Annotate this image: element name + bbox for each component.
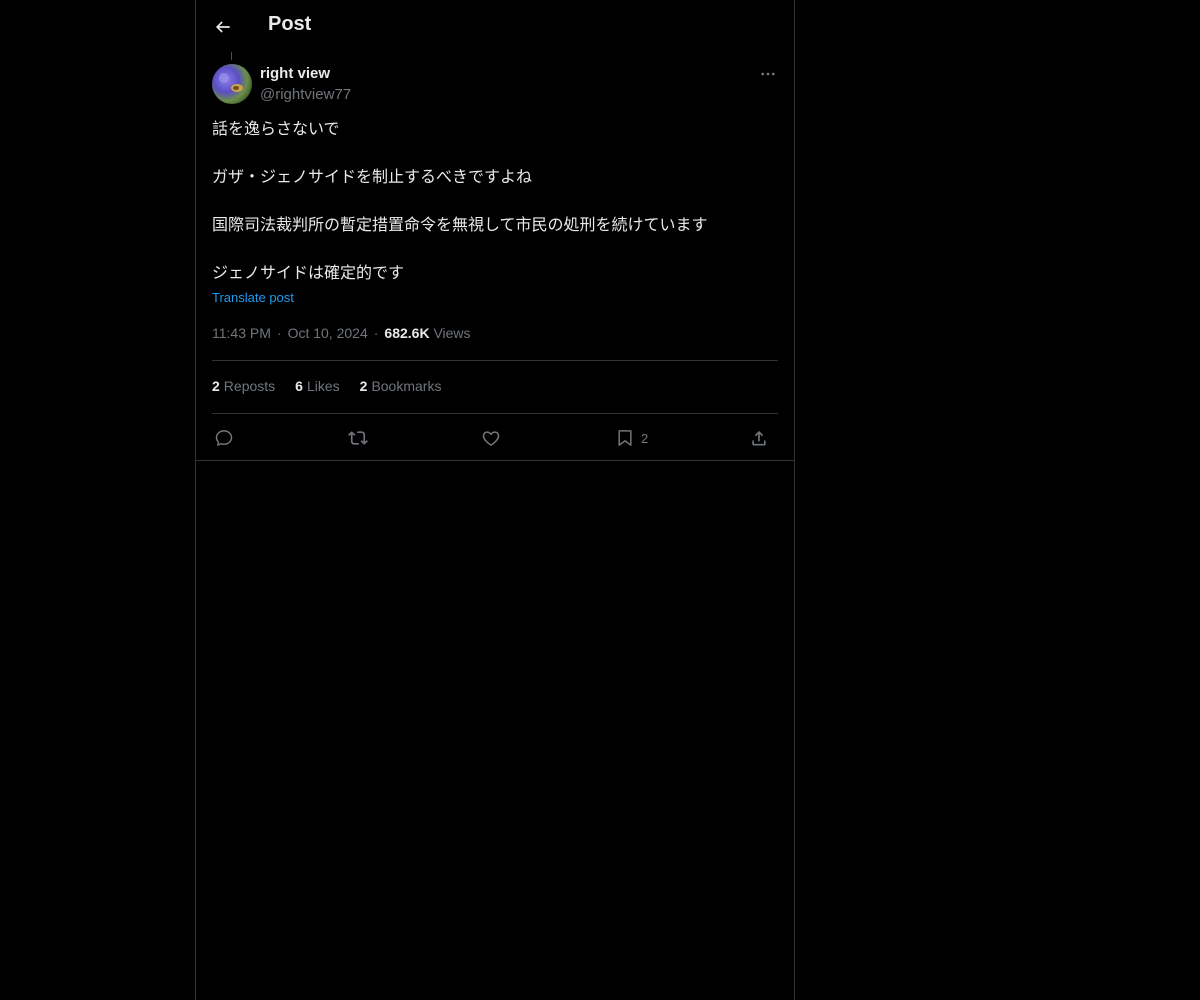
bookmark-icon (618, 430, 632, 446)
reposts-count: 2 (212, 378, 220, 394)
author-handle[interactable]: @rightview77 (260, 86, 351, 103)
page-title: Post (268, 13, 312, 35)
author-name[interactable]: right view (260, 65, 330, 82)
thread-connector-line (231, 52, 232, 60)
bookmark-button[interactable]: 2 (615, 424, 648, 452)
like-button[interactable] (481, 424, 501, 452)
post-date[interactable]: Oct 10, 2024 (288, 325, 368, 341)
reply-button[interactable] (214, 424, 234, 452)
action-bar: 2 (212, 424, 778, 452)
post-paragraph: 話を逸らさないで (212, 121, 340, 138)
reposts-stat[interactable]: 2 Reposts (212, 378, 275, 394)
post-text: 話を逸らさないで ガザ・ジェノサイドを制止するべきですよね 国際司法裁判所の暫定… (212, 118, 778, 286)
repost-button[interactable] (347, 424, 369, 452)
translate-post-link[interactable]: Translate post (212, 290, 294, 305)
likes-label: Likes (306, 378, 340, 394)
engagement-stats: 2 Reposts 6 Likes 2 Bookmarks (212, 378, 441, 394)
reposts-label: Reposts (223, 378, 276, 394)
post-paragraph: ジェノサイドは確定的です (212, 265, 405, 282)
post-header: Post (196, 0, 794, 53)
reply-icon (215, 430, 233, 446)
likes-stat[interactable]: 6 Likes (295, 378, 339, 394)
post-meta: 11:43 PM · Oct 10, 2024 · 682.6K Views (212, 325, 471, 341)
heart-icon (482, 431, 500, 446)
post-time[interactable]: 11:43 PM (212, 325, 271, 341)
more-dots-icon (761, 72, 775, 76)
meta-separator: · (373, 325, 379, 341)
post-paragraph: ガザ・ジェノサイドを制止するべきですよね (212, 169, 533, 186)
meta-separator: · (276, 325, 282, 341)
avatar[interactable] (212, 64, 252, 104)
post-paragraph: 国際司法裁判所の暫定措置命令を無視して市民の処刑を続けています (212, 217, 708, 234)
back-button[interactable] (207, 11, 239, 43)
views-label: Views (433, 325, 471, 341)
bookmarks-count: 2 (359, 378, 368, 394)
bookmark-count: 2 (641, 430, 649, 446)
post-bottom-border (196, 460, 794, 461)
bookmarks-stat[interactable]: 2 Bookmarks (360, 378, 442, 394)
views-count: 682.6K (384, 325, 430, 341)
arrow-left-icon (215, 21, 230, 33)
divider (212, 360, 778, 361)
avatar-image (212, 64, 252, 104)
more-options-button[interactable] (756, 62, 780, 86)
bookmarks-label: Bookmarks (371, 378, 442, 394)
share-icon (752, 430, 766, 446)
repost-icon (348, 431, 368, 445)
post-detail-column: Post right view @rightview77 話を逸らさないで ガザ… (195, 0, 795, 1000)
divider (212, 413, 778, 414)
likes-count: 6 (295, 378, 303, 394)
share-button[interactable] (749, 424, 769, 452)
